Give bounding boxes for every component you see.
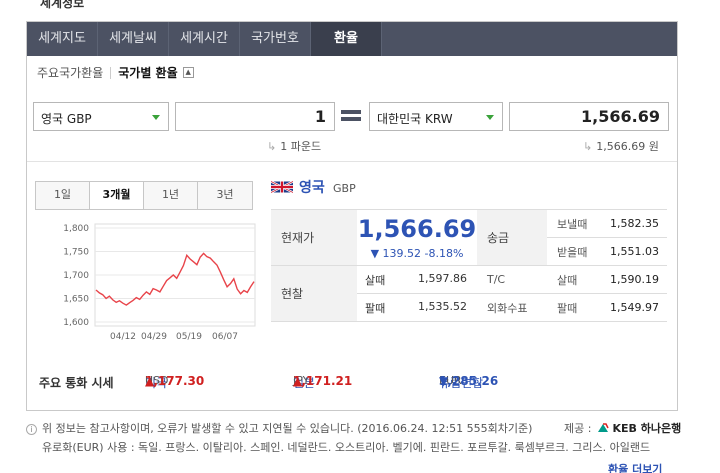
cash-sell-value: 1,535.52	[418, 299, 467, 313]
caret-up-icon[interactable]: ▲	[182, 67, 194, 78]
tab-bar: 세계지도 세계날씨 세계시간 국가번호 환율	[27, 22, 677, 56]
cash-buy-cell: 살때 1,597.86	[357, 265, 477, 294]
from-amount-input[interactable]: 1	[175, 102, 335, 131]
tc-label: T/C	[477, 265, 547, 294]
period-tab-1d[interactable]: 1일	[36, 182, 90, 209]
return-arrow-icon: ↳	[583, 140, 593, 153]
cash-buy-label: 살때	[365, 273, 386, 287]
tab-exchange-rate[interactable]: 환율	[311, 22, 382, 56]
period-tab-3m[interactable]: 3개월	[90, 182, 144, 209]
from-currency-label: 영국 GBP	[41, 112, 92, 126]
disclaimer: i 위 정보는 참고사항이며, 오류가 발생할 수 있고 지연될 수 있습니다. …	[26, 420, 532, 436]
tab-world-map[interactable]: 세계지도	[27, 22, 98, 56]
currency-country: 영국	[299, 180, 325, 196]
from-unit-text: ↳ 1 파운드	[267, 138, 321, 154]
cash-sell-label: 팔때	[365, 301, 386, 315]
uk-flag-icon	[271, 180, 293, 194]
current-price-cell: 1,566.69 ▼ 139.52 -8.18%	[357, 209, 477, 266]
exchange-page: 세계정보 세계지도 세계날씨 세계시간 국가번호 환율 주요국가환율 국가별 환…	[0, 0, 720, 473]
send-value: 1,582.35	[597, 209, 667, 238]
section-divider	[27, 161, 677, 162]
x-tick-label: 06/07	[212, 332, 238, 342]
bank-logo-icon	[598, 423, 610, 432]
cash-sell-cell: 팔때 1,535.52	[357, 293, 477, 322]
y-tick-label: 1,650	[63, 295, 89, 305]
x-tick-label: 04/29	[141, 332, 167, 342]
more-rates-link[interactable]: 환율 더보기	[608, 461, 662, 473]
price-change: ▼ 139.52 -8.18%	[370, 247, 464, 260]
to-unit-text: ↳ 1,566.69 원	[583, 138, 659, 154]
x-tick-label: 04/12	[110, 332, 136, 342]
down-arrow-icon: ▼	[439, 374, 449, 388]
to-currency-label: 대한민국 KRW	[377, 112, 453, 126]
y-tick-label: 1,700	[63, 271, 89, 281]
sub-navigation: 주요국가환율 국가별 환율 ▲	[37, 64, 194, 81]
provider-logo: KEB 하나은행	[597, 420, 681, 436]
tab-country-code[interactable]: 국가번호	[240, 22, 311, 56]
period-tab-1y[interactable]: 1년	[144, 182, 198, 209]
exchange-widget: 세계지도 세계날씨 세계시간 국가번호 환율 주요국가환율 국가별 환율 ▲ 영…	[26, 21, 678, 411]
period-tab-3y[interactable]: 3년	[198, 182, 252, 209]
cash-label: 현찰	[271, 265, 357, 322]
y-tick-label: 1,600	[63, 318, 89, 328]
rate-chart: 1,800 1,750 1,700 1,650 1,600 04/12 04/29 05/19…	[63, 223, 256, 342]
tab-world-time[interactable]: 세계시간	[169, 22, 240, 56]
to-amount-input[interactable]: 1,566.69	[509, 102, 669, 131]
dropdown-arrow-icon	[486, 115, 494, 120]
euro-countries-note: 유로화(EUR) 사용 : 독일. 프랑스. 이탈리아. 스페인. 네덜란드. …	[42, 441, 651, 454]
receive-value: 1,551.03	[597, 237, 667, 266]
current-price-label: 현재가	[271, 209, 357, 266]
remittance-label: 송금	[477, 209, 547, 266]
major-label: 주요 통화 시세	[39, 376, 114, 390]
tc-buy-value: 1,590.19	[597, 265, 667, 294]
tc-buy-label: 살때	[547, 265, 597, 294]
period-tabs: 1일 3개월 1년 3년	[35, 181, 253, 210]
x-tick-label: 05/19	[176, 332, 202, 342]
up-arrow-icon: ▲	[145, 374, 155, 388]
return-arrow-icon: ↳	[267, 140, 277, 153]
from-currency-select[interactable]: 영국 GBP	[33, 102, 169, 131]
subnav-divider	[110, 66, 112, 79]
provider-name: KEB 하나은행	[612, 422, 682, 435]
receive-label: 받을때	[547, 237, 597, 266]
currency-code: GBP	[333, 182, 356, 195]
send-label: 보낼때	[547, 209, 597, 238]
info-icon: i	[26, 424, 37, 435]
check-label: 외화수표	[477, 293, 547, 322]
from-unit-value: 1 파운드	[280, 140, 322, 153]
y-tick-label: 1,800	[63, 224, 89, 234]
check-sell-label: 팔때	[547, 293, 597, 322]
tab-world-weather[interactable]: 세계날씨	[98, 22, 169, 56]
subnav-major-rates[interactable]: 주요국가환율	[37, 64, 103, 81]
equals-icon	[341, 110, 361, 124]
current-price-value: 1,566.69	[357, 215, 477, 243]
section-title: 세계정보	[40, 0, 85, 10]
provider-label: 제공 :	[564, 422, 592, 435]
series-line	[95, 252, 255, 306]
dropdown-arrow-icon	[152, 115, 160, 120]
subnav-country-rates[interactable]: 국가별 환율	[118, 64, 177, 81]
provider: 제공 : KEB 하나은행	[564, 420, 681, 436]
check-sell-value: 1,549.97	[597, 293, 667, 322]
y-tick-label: 1,750	[63, 248, 89, 258]
to-currency-select[interactable]: 대한민국 KRW	[369, 102, 503, 131]
disclaimer-text: 위 정보는 참고사항이며, 오류가 발생할 수 있고 지연될 수 있습니다. (…	[42, 422, 533, 435]
cash-buy-value: 1,597.86	[418, 271, 467, 285]
up-arrow-icon: ▲	[293, 374, 303, 388]
rate-table: 현재가 1,566.69 ▼ 139.52 -8.18% 송금 보낼때 1,58…	[271, 209, 667, 322]
to-unit-value: 1,566.69 원	[596, 140, 659, 153]
